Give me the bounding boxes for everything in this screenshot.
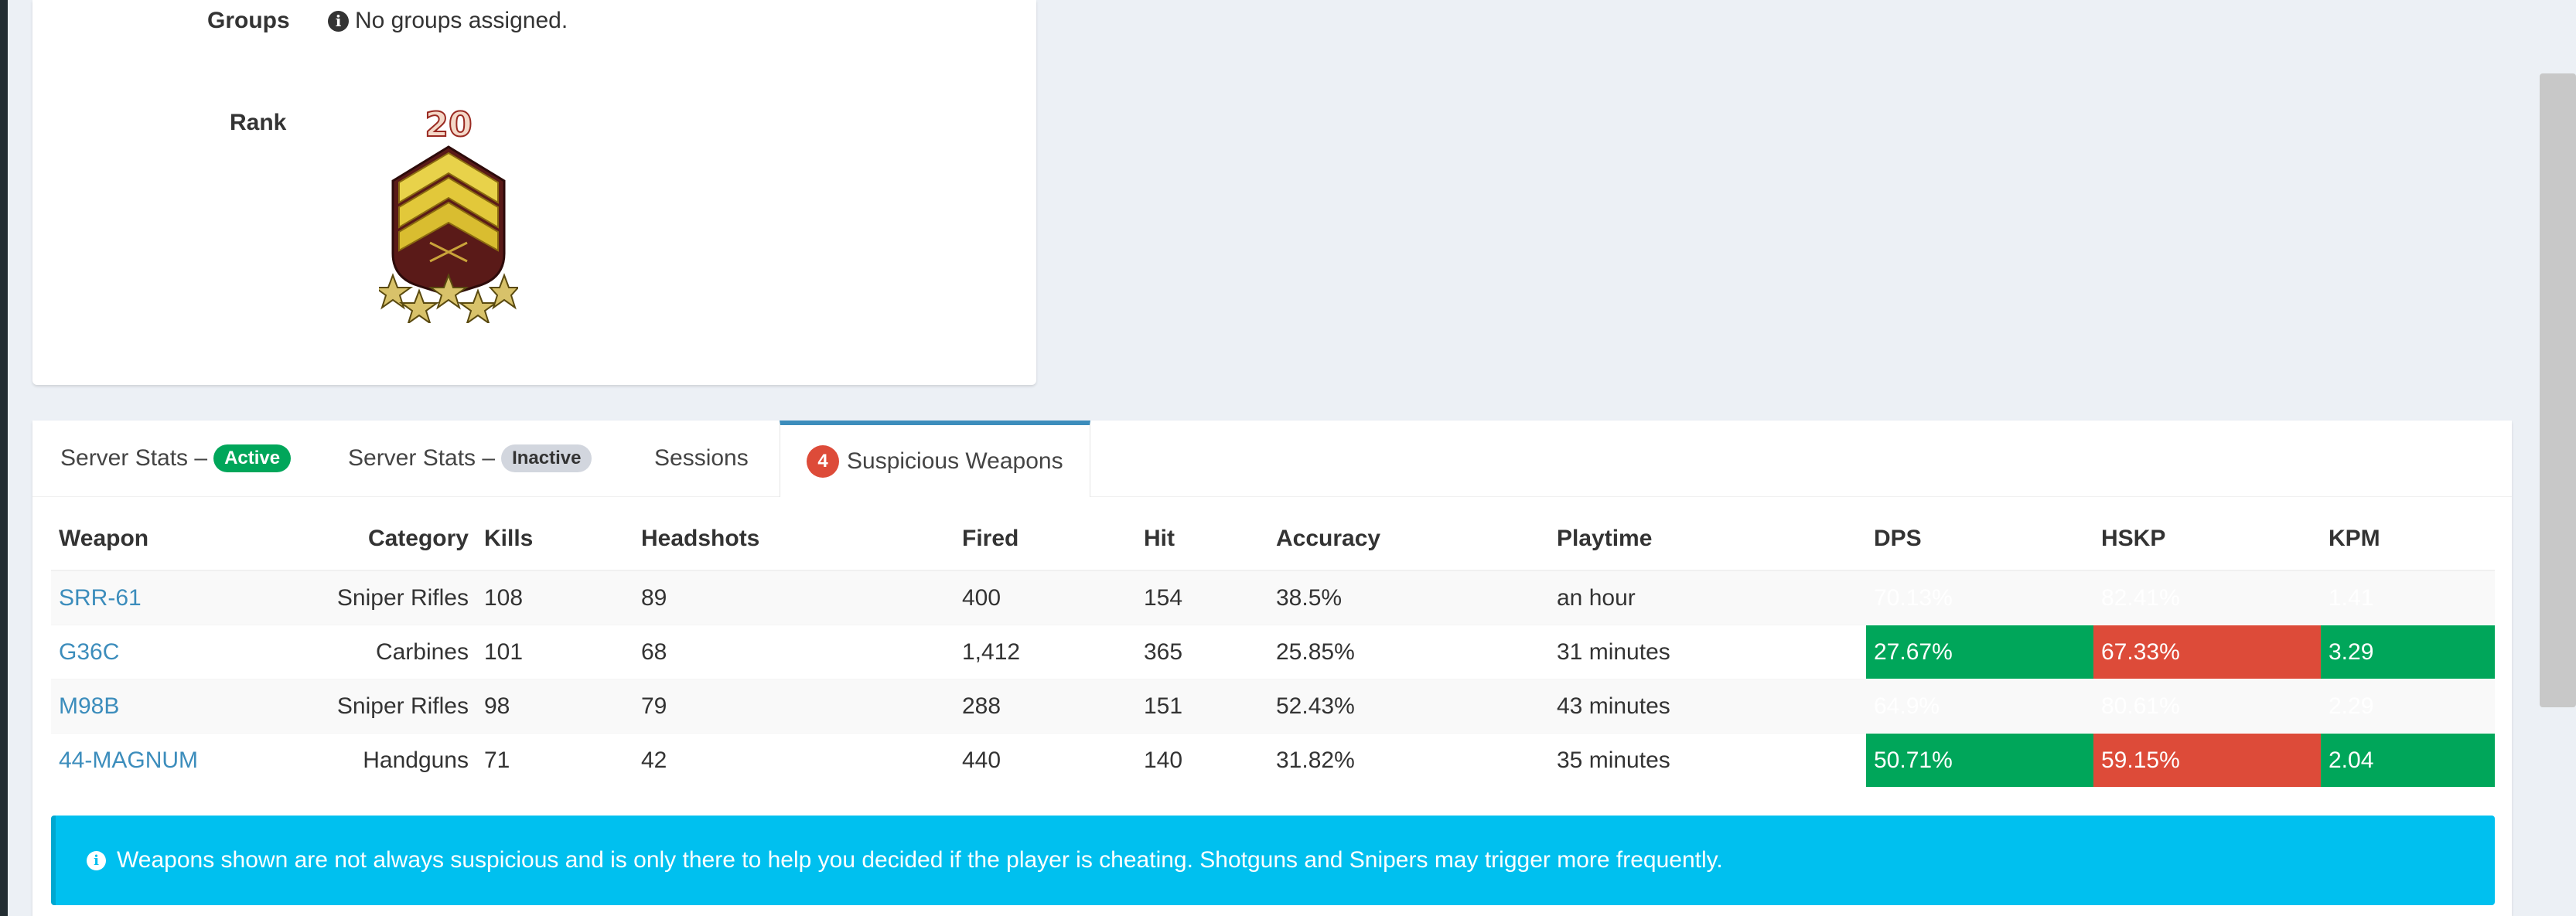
table-row: M98B Sniper Rifles 98 79 288 151 52.43% … (51, 679, 2495, 734)
table-row: G36C Carbines 101 68 1,412 365 25.85% 31… (51, 625, 2495, 679)
kills-cell: 98 (476, 679, 633, 734)
playtime-cell: 35 minutes (1549, 733, 1866, 787)
dps-cell: 50.71% (1866, 733, 2093, 787)
stats-tabs-card: Server Stats – Active Server Stats – Ina… (32, 421, 2512, 916)
count-badge: 4 (807, 444, 839, 478)
groups-text: No groups assigned. (355, 8, 568, 33)
callout-text: Weapons shown are not always suspicious … (117, 847, 1723, 873)
col-header[interactable]: Accuracy (1268, 508, 1549, 571)
status-badge-inactive: Inactive (501, 444, 592, 472)
hskp-cell: 82.41% (2093, 570, 2321, 625)
hit-cell: 140 (1136, 733, 1268, 787)
col-header[interactable]: KPM (2321, 508, 2495, 571)
headshots-cell: 42 (633, 733, 954, 787)
accuracy-cell: 31.82% (1268, 733, 1549, 787)
status-badge-active: Active (213, 444, 292, 472)
col-header[interactable]: HSKP (2093, 508, 2321, 571)
rank-label: Rank (230, 110, 287, 135)
accuracy-cell: 25.85% (1268, 625, 1549, 679)
accuracy-cell: 52.43% (1268, 679, 1549, 734)
playtime-cell: an hour (1549, 570, 1866, 625)
col-header[interactable]: Fired (954, 508, 1136, 571)
groups-label: Groups (207, 8, 290, 33)
kpm-cell: 2.04 (2321, 733, 2495, 787)
accuracy-cell: 38.5% (1268, 570, 1549, 625)
kills-cell: 108 (476, 570, 633, 625)
weapon-cell: M98B (51, 679, 322, 734)
hskp-cell: 59.15% (2093, 733, 2321, 787)
category-cell: Sniper Rifles (322, 570, 476, 625)
groups-value: i No groups assigned. (328, 8, 568, 34)
tab-server-stats-active[interactable]: Server Stats – Active (60, 421, 292, 496)
sidebar-edge (0, 0, 8, 916)
tab-label: Server Stats – (60, 445, 208, 471)
headshots-cell: 68 (633, 625, 954, 679)
col-header[interactable]: Playtime (1549, 508, 1866, 571)
headshots-cell: 79 (633, 679, 954, 734)
weapon-link[interactable]: 44-MAGNUM (59, 747, 198, 773)
kpm-cell: 3.29 (2321, 625, 2495, 679)
playtime-cell: 31 minutes (1549, 625, 1866, 679)
col-header[interactable]: DPS (1866, 508, 2093, 571)
kills-cell: 71 (476, 733, 633, 787)
fired-cell: 288 (954, 679, 1136, 734)
kpm-cell: 2.29 (2321, 679, 2495, 734)
hit-cell: 365 (1136, 625, 1268, 679)
tab-label: Server Stats – (348, 445, 496, 471)
hskp-cell: 67.33% (2093, 625, 2321, 679)
rank-badge-icon: 20 (372, 104, 520, 325)
tab-label: Suspicious Weapons (847, 448, 1063, 474)
col-header[interactable]: Hit (1136, 508, 1268, 571)
table-row: SRR-61 Sniper Rifles 108 89 400 154 38.5… (51, 570, 2495, 625)
col-header[interactable]: Kills (476, 508, 633, 571)
hskp-cell: 80.61% (2093, 679, 2321, 734)
dps-cell: 27.67% (1866, 625, 2093, 679)
weapon-cell: 44-MAGNUM (51, 733, 322, 787)
kills-cell: 101 (476, 625, 633, 679)
fired-cell: 440 (954, 733, 1136, 787)
info-callout: i Weapons shown are not always suspiciou… (51, 816, 2495, 905)
tab-bar: Server Stats – Active Server Stats – Ina… (32, 421, 2512, 497)
table-row: 44-MAGNUM Handguns 71 42 440 140 31.82% … (51, 733, 2495, 787)
rank-number: 20 (425, 107, 472, 145)
playtime-cell: 43 minutes (1549, 679, 1866, 734)
weapon-link[interactable]: SRR-61 (59, 585, 142, 611)
category-cell: Carbines (322, 625, 476, 679)
weapon-cell: G36C (51, 625, 322, 679)
category-cell: Handguns (322, 733, 476, 787)
hit-cell: 151 (1136, 679, 1268, 734)
tab-server-stats-inactive[interactable]: Server Stats – Inactive (348, 421, 592, 496)
table-header-row: Weapon Category Kills Headshots Fired Hi… (51, 508, 2495, 571)
info-icon: i (328, 10, 349, 32)
weapon-link[interactable]: G36C (59, 639, 119, 665)
tab-label: Sessions (654, 445, 749, 471)
col-header[interactable]: Headshots (633, 508, 954, 571)
weapon-link[interactable]: M98B (59, 693, 119, 719)
category-cell: Sniper Rifles (322, 679, 476, 734)
suspicious-weapons-table: Weapon Category Kills Headshots Fired Hi… (51, 508, 2495, 787)
rank-emblem: 20 (372, 104, 520, 325)
kpm-cell: 1.41 (2321, 570, 2495, 625)
dps-cell: 64.9% (1866, 679, 2093, 734)
col-header[interactable]: Weapon (51, 508, 322, 571)
col-header[interactable]: Category (322, 508, 476, 571)
dps-cell: 70.13% (1866, 570, 2093, 625)
info-icon: i (87, 850, 106, 870)
tab-sessions[interactable]: Sessions (654, 421, 749, 496)
fired-cell: 400 (954, 570, 1136, 625)
profile-card: Groups i No groups assigned. Rank 20 (32, 0, 1036, 385)
weapon-cell: SRR-61 (51, 570, 322, 625)
scrollbar-thumb[interactable] (2540, 73, 2576, 707)
fired-cell: 1,412 (954, 625, 1136, 679)
hit-cell: 154 (1136, 570, 1268, 625)
headshots-cell: 89 (633, 570, 954, 625)
tab-suspicious-weapons[interactable]: 4 Suspicious Weapons (780, 421, 1090, 497)
